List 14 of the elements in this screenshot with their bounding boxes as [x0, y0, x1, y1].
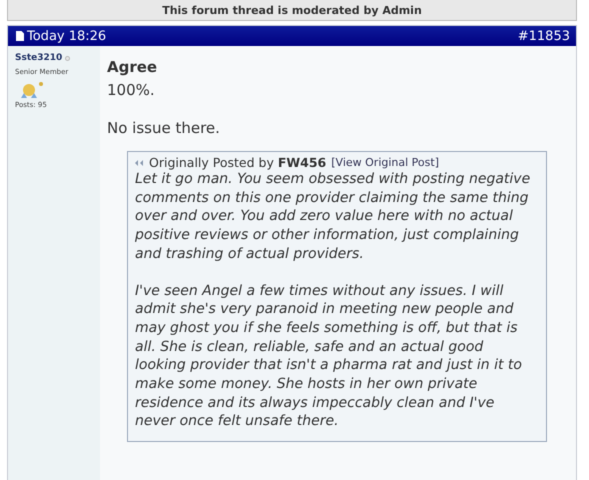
username-link[interactable]: Sste3210 [15, 53, 62, 63]
post-number-link[interactable]: #11853 [518, 28, 570, 44]
quote-attribution: Originally Posted by FW456 [149, 155, 326, 170]
quote-text: I've seen Angel a few times without any issues. I will admit she's very paranoid in meeting new people and may ghost you if she feels something is off, but that is all. She is clean, reliable, safe and an actual good looking provider that isn't a pharma rat and just in it to make some money. She hosts in her own private residence and its always impeccably clean and I've never once felt unsafe there. [135, 282, 523, 432]
post-text: No issue there. [107, 119, 221, 137]
post-text: 100%. [107, 81, 156, 99]
post-title: Agree [107, 58, 158, 76]
medal-icon [20, 81, 44, 101]
quote-icon [135, 160, 144, 166]
document-icon [16, 31, 24, 41]
post-time: Today 18:26 [27, 28, 106, 44]
view-original-post-link[interactable]: [View Original Post] [331, 156, 439, 169]
quote-text: Let it go man. You seem obsessed with posting negative comments on this one provider claiming the same thing over and over. You add zero value here with no actual positive reviews or other information, just complaining and trashing of actual providers. [135, 170, 532, 264]
moderation-notice: This forum thread is moderated by Admin [7, 0, 577, 21]
